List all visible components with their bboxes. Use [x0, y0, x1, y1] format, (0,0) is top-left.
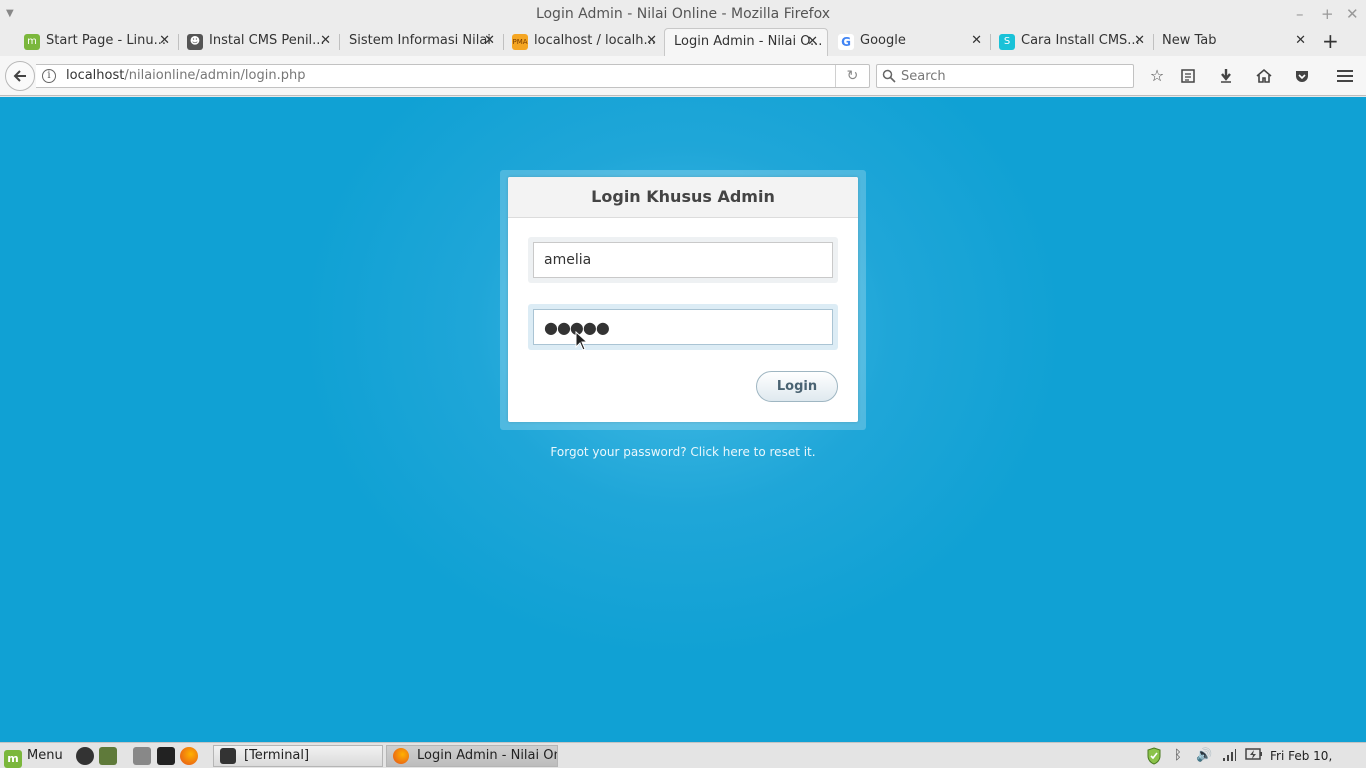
reload-icon[interactable]: ↻	[835, 65, 869, 87]
tab-instal-cms[interactable]: ☻ Instal CMS Penil... ✕	[187, 28, 331, 56]
mouse-cursor-icon	[575, 331, 589, 351]
tab-separator	[503, 34, 504, 50]
tab-new-tab[interactable]: New Tab ✕	[1162, 28, 1306, 56]
terminal-launcher-icon[interactable]	[157, 747, 175, 765]
close-icon[interactable]: ✕	[807, 29, 818, 55]
download-icon[interactable]	[1216, 66, 1236, 86]
window-title: Login Admin - Nilai Online - Mozilla Fir…	[535, 6, 831, 22]
hamburger-menu-icon[interactable]	[1335, 66, 1355, 86]
username-input[interactable]	[533, 242, 833, 278]
google-icon: G	[838, 34, 854, 50]
system-monitor-icon[interactable]	[99, 747, 117, 765]
close-icon[interactable]: ✕	[646, 28, 657, 54]
start-menu-button[interactable]: m Menu	[4, 745, 63, 768]
new-tab-button[interactable]: +	[1322, 30, 1339, 52]
camera-app-icon[interactable]	[76, 747, 94, 765]
linux-mint-icon: m	[4, 750, 22, 768]
tab-sistem-informasi[interactable]: Sistem Informasi Nilai ✕	[327, 28, 495, 56]
taskbar-item-terminal[interactable]: [Terminal]	[213, 745, 383, 767]
blog-favicon-icon: ☻	[187, 34, 203, 50]
tab-separator	[990, 34, 991, 50]
login-panel-frame: Login Khusus Admin ●●●●● Login	[500, 170, 866, 430]
volume-icon[interactable]: 🔊	[1196, 747, 1212, 765]
battery-icon[interactable]	[1245, 747, 1263, 765]
close-icon[interactable]: ✕	[1295, 28, 1306, 54]
tab-strip: m Start Page - Linu... ✕ ☻ Instal CMS Pe…	[0, 28, 1366, 56]
close-icon[interactable]: ✕	[971, 28, 982, 54]
close-icon[interactable]: ✕	[1134, 28, 1145, 54]
forgot-password-text: Forgot your password? Click here to rese…	[550, 445, 816, 459]
network-signal-icon[interactable]	[1221, 747, 1237, 765]
bluetooth-icon[interactable]: ᛒ	[1174, 747, 1182, 765]
minimize-button[interactable]: –	[1296, 0, 1304, 28]
clock[interactable]: Fri Feb 10, 13:02	[1270, 745, 1366, 767]
terminal-icon	[220, 748, 236, 764]
login-button[interactable]: Login	[756, 371, 838, 402]
tab-localhost[interactable]: PMA localhost / localh... ✕	[512, 28, 657, 56]
site-favicon-icon: S	[999, 34, 1015, 50]
info-icon[interactable]: i	[42, 69, 56, 83]
login-panel: Login Khusus Admin ●●●●● Login	[508, 177, 858, 422]
maximize-button[interactable]: +	[1321, 0, 1334, 28]
back-button[interactable]	[5, 61, 35, 91]
close-window-button[interactable]: ✕	[1346, 0, 1359, 28]
login-title: Login Khusus Admin	[508, 177, 858, 218]
window-titlebar: ▼ Login Admin - Nilai Online - Mozilla F…	[0, 0, 1366, 28]
tab-separator	[178, 34, 179, 50]
taskbar: mMenu [Terminal] Login Admin - Nilai On.…	[0, 742, 1366, 768]
navigation-toolbar: i localhost/nilaionline/admin/login.php …	[0, 56, 1366, 96]
file-manager-icon[interactable]	[133, 747, 151, 765]
pocket-icon[interactable]	[1292, 66, 1312, 86]
tab-separator	[1153, 34, 1154, 50]
username-field-wrapper	[528, 237, 838, 283]
page-content: Login Khusus Admin ●●●●● Login Forgot yo…	[0, 97, 1366, 742]
bookmark-star-icon[interactable]: ☆	[1147, 66, 1167, 86]
search-input[interactable]	[901, 67, 1126, 85]
linux-mint-icon: m	[24, 34, 40, 50]
taskbar-item-firefox[interactable]: Login Admin - Nilai On...	[386, 745, 558, 767]
url-bar[interactable]: i localhost/nilaionline/admin/login.php …	[36, 64, 870, 88]
back-arrow-icon	[13, 70, 26, 82]
close-icon[interactable]: ✕	[159, 28, 170, 54]
url-text[interactable]: localhost/nilaionline/admin/login.php	[66, 68, 305, 83]
phpmyadmin-icon: PMA	[512, 34, 528, 50]
close-icon[interactable]: ✕	[484, 28, 495, 54]
firefox-launcher-icon[interactable]	[180, 747, 198, 765]
window-menu-icon[interactable]: ▼	[6, 0, 14, 28]
reset-password-link[interactable]: Click here to reset it.	[690, 445, 815, 459]
tab-login-admin[interactable]: Login Admin - Nilai O... ✕	[664, 28, 828, 56]
shield-update-icon[interactable]	[1146, 747, 1162, 765]
tab-google[interactable]: G Google ✕	[838, 28, 982, 56]
reading-list-icon[interactable]	[1178, 66, 1198, 86]
tab-cara-install[interactable]: S Cara Install CMS... ✕	[999, 28, 1145, 56]
tab-start-page[interactable]: m Start Page - Linu... ✕	[24, 28, 170, 56]
home-icon[interactable]	[1254, 66, 1274, 86]
search-icon	[882, 69, 896, 83]
firefox-icon	[393, 748, 409, 764]
search-bar[interactable]	[876, 64, 1134, 88]
